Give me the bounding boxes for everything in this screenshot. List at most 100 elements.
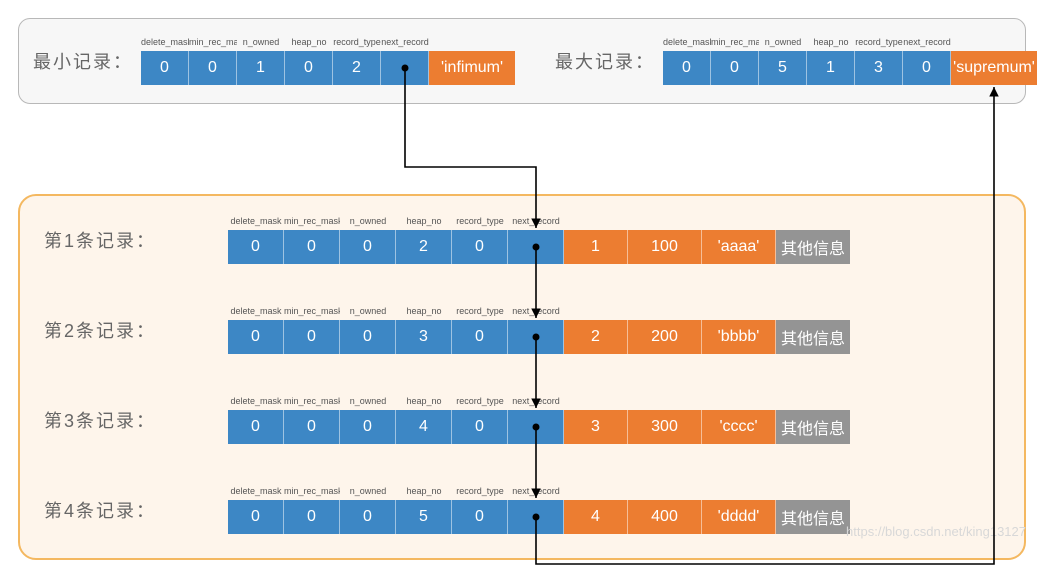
header-cell-delete_mask: 0 [228,500,284,534]
column-header-heap_no: heap_no [396,486,452,500]
column-header-delete_mask: delete_mask [663,37,711,51]
record-payload: 'infimum' [429,51,515,85]
other-info-cell: 其他信息 [776,320,850,354]
header-cell-heap_no: 5 [396,500,452,534]
column-header-record_type: record_type [452,306,508,320]
header-cell-delete_mask: 0 [663,51,711,85]
user-record-label: 第3条记录： [44,407,214,433]
column-header-n_owned: n_owned [237,37,285,51]
header-cell-record_type: 0 [452,410,508,444]
column-header-next_record: next_record [381,37,429,51]
data-cell: 300 [628,410,702,444]
other-info-cell: 其他信息 [776,230,850,264]
user-record-row: 第3条记录： delete_maskmin_rec_maskn_ownedheap… [44,396,1000,444]
column-header-n_owned: n_owned [340,396,396,410]
header-cell-next_record: 0 [903,51,951,85]
column-header-delete_mask: delete_mask [228,396,284,410]
column-header-n_owned: n_owned [340,306,396,320]
column-header-delete_mask: delete_mask [141,37,189,51]
header-cell-heap_no: 3 [396,320,452,354]
header-cell-delete_mask: 0 [141,51,189,85]
data-cell: 2 [564,320,628,354]
header-cell-delete_mask: 0 [228,230,284,264]
data-cell: 3 [564,410,628,444]
header-cell-min_rec_mask: 0 [284,230,340,264]
column-header-next_record: next_record [508,486,564,500]
header-cell-min_rec_mask: 0 [284,410,340,444]
user-records-box: 第1条记录：delete_maskmin_rec_maskn_ownedheap… [18,194,1026,560]
header-cell-min_rec_mask: 0 [189,51,237,85]
column-header-delete_mask: delete_mask [228,306,284,320]
header-cell-n_owned: 1 [237,51,285,85]
system-records-box: 最小记录：delete_maskmin_rec_maskn_ownedheap_… [18,18,1026,104]
system-record: 最小记录： delete_maskmin_rec_maskn_ownedheap_… [33,37,515,85]
user-record-label: 第4条记录： [44,497,214,523]
header-cell-delete_mask: 0 [228,320,284,354]
column-header-delete_mask: delete_mask [228,216,284,230]
data-cell: 'cccc' [702,410,776,444]
data-cell: 'bbbb' [702,320,776,354]
column-header-min_rec_mask: min_rec_mask [284,306,340,320]
data-cell: 200 [628,320,702,354]
column-header-min_rec_mask: min_rec_mask [284,486,340,500]
column-header-record_type: record_type [452,486,508,500]
column-header-n_owned: n_owned [759,37,807,51]
column-header-record_type: record_type [452,216,508,230]
column-header-n_owned: n_owned [340,486,396,500]
header-cell-next_record [508,230,564,264]
other-info-cell: 其他信息 [776,410,850,444]
column-header-record_type: record_type [855,37,903,51]
user-record-row: 第2条记录： delete_maskmin_rec_maskn_ownedheap… [44,306,1000,354]
column-header-min_rec_mask: min_rec_mask [189,37,237,51]
user-record-label: 第2条记录： [44,317,214,343]
system-record-label: 最小记录： [33,48,133,74]
other-info-cell: 其他信息 [776,500,850,534]
header-cell-record_type: 0 [452,230,508,264]
header-cell-min_rec_mask: 0 [284,500,340,534]
header-cell-heap_no: 1 [807,51,855,85]
column-header-record_type: record_type [452,396,508,410]
header-cell-next_record [508,320,564,354]
column-header-heap_no: heap_no [396,216,452,230]
header-cell-next_record [381,51,429,85]
header-cell-record_type: 2 [333,51,381,85]
column-header-next_record: next_record [508,216,564,230]
header-cell-record_type: 0 [452,320,508,354]
header-cell-record_type: 3 [855,51,903,85]
header-cell-n_owned: 0 [340,410,396,444]
column-header-n_owned: n_owned [340,216,396,230]
system-record: 最大记录： delete_maskmin_rec_maskn_ownedheap_… [555,37,1037,85]
column-header-heap_no: heap_no [285,37,333,51]
column-header-delete_mask: delete_mask [228,486,284,500]
column-header-heap_no: heap_no [396,306,452,320]
user-record-label: 第1条记录： [44,227,214,253]
column-header-next_record: next_record [508,306,564,320]
header-cell-next_record [508,500,564,534]
header-cell-heap_no: 0 [285,51,333,85]
column-header-next_record: next_record [508,396,564,410]
column-header-min_rec_mask: min_rec_mask [711,37,759,51]
header-cell-heap_no: 2 [396,230,452,264]
header-cell-record_type: 0 [452,500,508,534]
header-cell-n_owned: 0 [340,500,396,534]
column-header-min_rec_mask: min_rec_mask [284,396,340,410]
header-cell-min_rec_mask: 0 [711,51,759,85]
column-header-min_rec_mask: min_rec_mask [284,216,340,230]
header-cell-n_owned: 5 [759,51,807,85]
data-cell: 'aaaa' [702,230,776,264]
watermark: https://blog.csdn.net/king13127 [846,524,1026,539]
data-cell: 100 [628,230,702,264]
data-cell: 'dddd' [702,500,776,534]
column-header-heap_no: heap_no [807,37,855,51]
system-record-label: 最大记录： [555,48,655,74]
column-header-heap_no: heap_no [396,396,452,410]
data-cell: 400 [628,500,702,534]
header-cell-min_rec_mask: 0 [284,320,340,354]
record-payload: 'supremum' [951,51,1037,85]
data-cell: 1 [564,230,628,264]
header-cell-delete_mask: 0 [228,410,284,444]
column-header-next_record: next_record [903,37,951,51]
header-cell-n_owned: 0 [340,230,396,264]
data-cell: 4 [564,500,628,534]
header-cell-heap_no: 4 [396,410,452,444]
